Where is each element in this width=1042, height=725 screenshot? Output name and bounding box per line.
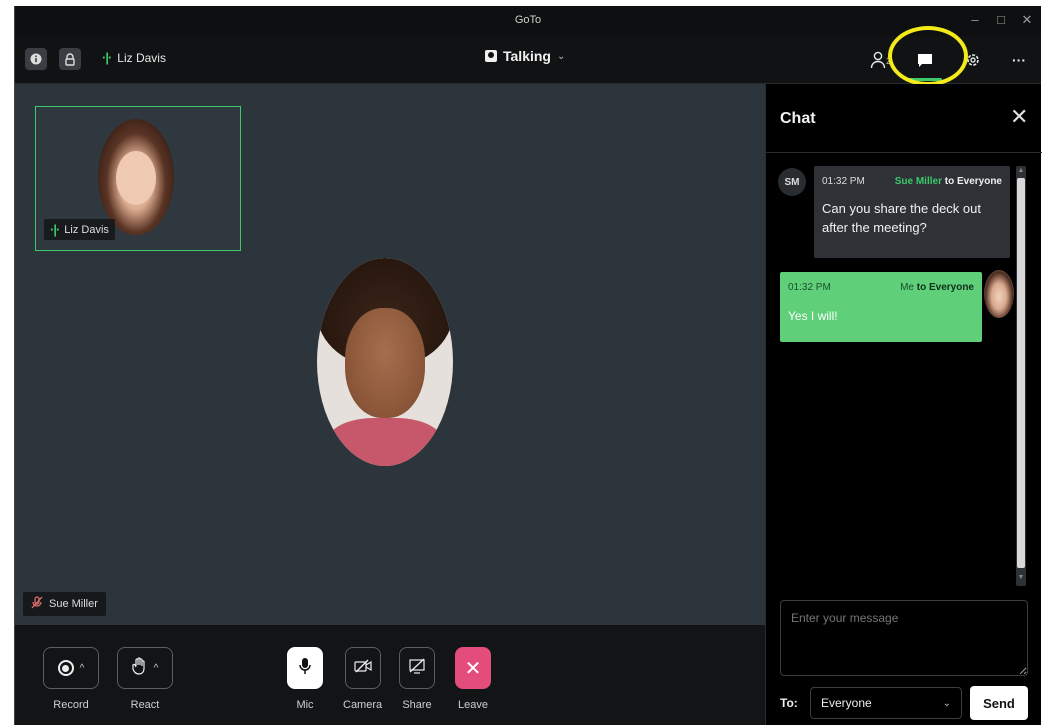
chat-scrollbar[interactable]: ▲ ▼ — [1016, 166, 1026, 586]
video-stage: ·|· Liz Davis Sue Miller — [15, 84, 765, 625]
close-icon: ✕ — [464, 657, 482, 680]
divider — [766, 152, 1042, 153]
message-input[interactable] — [780, 600, 1028, 676]
react-control: ^ React — [117, 647, 173, 711]
camera-off-icon — [353, 659, 372, 678]
title-bar: GoTo – □ ✕ — [15, 6, 1041, 36]
chat-panel: Chat ✕ SM 01:32 PM Sue Miller to Everyon… — [765, 84, 1042, 725]
recipient-select[interactable]: Everyone ⌄ — [810, 687, 962, 719]
leave-label: Leave — [458, 699, 488, 711]
chevron-down-icon: ⌄ — [942, 697, 951, 709]
thumbnail-label: ·|· Liz Davis — [44, 219, 115, 240]
lock-icon[interactable] — [59, 48, 81, 70]
scroll-down-icon[interactable]: ▼ — [1016, 574, 1026, 581]
control-bar: ^ Record ^ React Mic Camera Share ✕ Leav… — [15, 625, 765, 725]
share-off-icon — [408, 658, 426, 679]
message-recipient: to Everyone — [913, 282, 974, 293]
camera-label: Camera — [343, 699, 383, 711]
maximize-button[interactable]: □ — [993, 12, 1009, 27]
sue-miller-avatar — [317, 258, 453, 466]
mic-button[interactable] — [287, 647, 323, 689]
more-icon[interactable]: ··· — [1005, 46, 1033, 74]
minimize-button[interactable]: – — [967, 12, 983, 27]
scroll-up-icon[interactable]: ▲ — [1016, 167, 1026, 174]
app-window: GoTo – □ ✕ ·|· Liz Davis Talking ⌄ 2 ···… — [14, 6, 1042, 725]
message-time: 01:32 PM — [822, 176, 865, 187]
mic-label: Mic — [296, 699, 314, 711]
highlight-circle — [888, 26, 968, 86]
my-avatar — [984, 270, 1014, 318]
status-label: Talking — [503, 48, 551, 64]
share-button[interactable] — [399, 647, 435, 689]
status-dropdown[interactable]: Talking ⌄ — [485, 48, 565, 64]
audio-wave-icon: ·|· — [102, 50, 112, 65]
status-icon — [485, 50, 497, 62]
to-label: To: — [780, 696, 798, 710]
window-title: GoTo — [514, 14, 542, 26]
close-window-button[interactable]: ✕ — [1019, 12, 1035, 28]
chevron-down-icon: ⌄ — [556, 50, 566, 62]
recipient-value: Everyone — [821, 696, 872, 710]
chat-message-outgoing: 01:32 PM Me to Everyone Yes I will! — [780, 272, 982, 342]
liz-davis-avatar — [98, 119, 174, 235]
camera-control: Camera — [343, 647, 382, 711]
record-icon — [57, 660, 74, 676]
record-button[interactable]: ^ — [43, 647, 99, 689]
react-label: React — [130, 699, 160, 711]
main-participant-label: Sue Miller — [23, 592, 106, 616]
message-sender: Sue Miller — [894, 176, 942, 187]
mic-muted-icon — [31, 596, 43, 612]
message-time: 01:32 PM — [788, 282, 831, 293]
chevron-up-icon[interactable]: ^ — [80, 663, 85, 674]
react-button[interactable]: ^ — [117, 647, 173, 689]
chat-title: Chat — [780, 110, 816, 127]
meeting-toolbar: ·|· Liz Davis Talking ⌄ 2 ··· — [15, 36, 1041, 84]
leave-button[interactable]: ✕ — [455, 647, 491, 689]
share-control: Share — [399, 647, 435, 711]
message-recipient: to Everyone — [941, 176, 1002, 187]
participant-thumbnail[interactable]: ·|· Liz Davis — [35, 106, 241, 251]
active-speaker: ·|· Liz Davis — [102, 50, 166, 65]
chat-message-incoming: 01:32 PM Sue Miller to Everyone Can you … — [814, 166, 1010, 258]
leave-control: ✕ Leave — [455, 647, 491, 711]
message-text: Can you share the deck out after the mee… — [822, 201, 981, 235]
hand-icon — [131, 656, 148, 680]
info-icon[interactable] — [25, 48, 47, 70]
share-label: Share — [402, 699, 432, 711]
audio-wave-icon: ·|· — [50, 222, 60, 237]
main-participant-name: Sue Miller — [49, 598, 98, 610]
sender-initials-avatar: SM — [778, 168, 806, 196]
record-control: ^ Record — [43, 647, 99, 711]
active-speaker-name: Liz Davis — [117, 50, 166, 65]
camera-button[interactable] — [344, 647, 381, 689]
scrollbar-thumb[interactable] — [1017, 178, 1025, 568]
microphone-icon — [298, 657, 312, 680]
message-sender: Me — [900, 282, 914, 293]
message-text: Yes I will! — [788, 309, 838, 323]
thumbnail-name: Liz Davis — [64, 223, 109, 236]
record-label: Record — [53, 699, 89, 711]
send-button[interactable]: Send — [970, 686, 1028, 720]
chevron-up-icon[interactable]: ^ — [154, 663, 159, 674]
mic-control: Mic — [287, 647, 323, 711]
close-chat-icon[interactable]: ✕ — [1010, 104, 1028, 130]
